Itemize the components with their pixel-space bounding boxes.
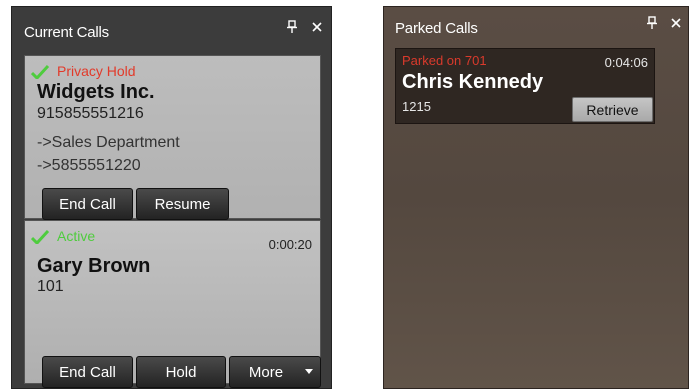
checkmark-icon <box>31 65 49 79</box>
caller-name: Widgets Inc. <box>37 81 155 103</box>
current-calls-panel: Current Calls Privacy Hold Widgets Inc. … <box>11 6 332 389</box>
parked-calls-title: Parked Calls <box>395 20 478 37</box>
end-call-button[interactable]: End Call <box>42 356 133 388</box>
close-icon[interactable] <box>670 16 682 30</box>
call-route-detail: ->Sales Department <box>37 134 180 151</box>
call-route-number: ->5855551220 <box>37 157 141 174</box>
hold-button[interactable]: Hold <box>136 356 226 388</box>
call-timer: 0:00:20 <box>268 237 312 252</box>
more-button[interactable]: More <box>229 356 321 388</box>
call-card-active[interactable]: Active 0:00:20 Gary Brown 101 End Call H… <box>24 220 321 388</box>
checkmark-icon <box>31 230 49 244</box>
caller-name: Gary Brown <box>37 255 151 277</box>
parked-status-label: Parked on 701 <box>402 53 487 68</box>
parked-caller-name: Chris Kennedy <box>402 71 544 93</box>
pin-icon[interactable] <box>646 16 658 30</box>
call-status-label: Active <box>57 228 96 244</box>
end-call-button[interactable]: End Call <box>42 188 133 220</box>
call-card-privacy-hold[interactable]: Privacy Hold Widgets Inc. 915855551216 -… <box>24 55 321 220</box>
chevron-down-icon[interactable] <box>305 367 313 375</box>
caller-number: 915855551216 <box>37 105 144 122</box>
parked-calls-panel: Parked Calls Parked on 701 0:04:06 Chris… <box>383 6 689 389</box>
parked-call-card[interactable]: Parked on 701 0:04:06 Chris Kennedy 1215… <box>395 48 655 124</box>
more-button-label: More <box>248 363 284 381</box>
retrieve-button[interactable]: Retrieve <box>572 97 653 122</box>
parked-caller-extension: 1215 <box>402 99 431 114</box>
call-status-label: Privacy Hold <box>57 63 136 79</box>
current-calls-title: Current Calls <box>24 24 109 41</box>
caller-number: 101 <box>37 278 64 295</box>
parked-call-timer: 0:04:06 <box>604 55 648 70</box>
close-icon[interactable] <box>311 20 323 34</box>
resume-button[interactable]: Resume <box>136 188 229 220</box>
pin-icon[interactable] <box>286 20 298 34</box>
